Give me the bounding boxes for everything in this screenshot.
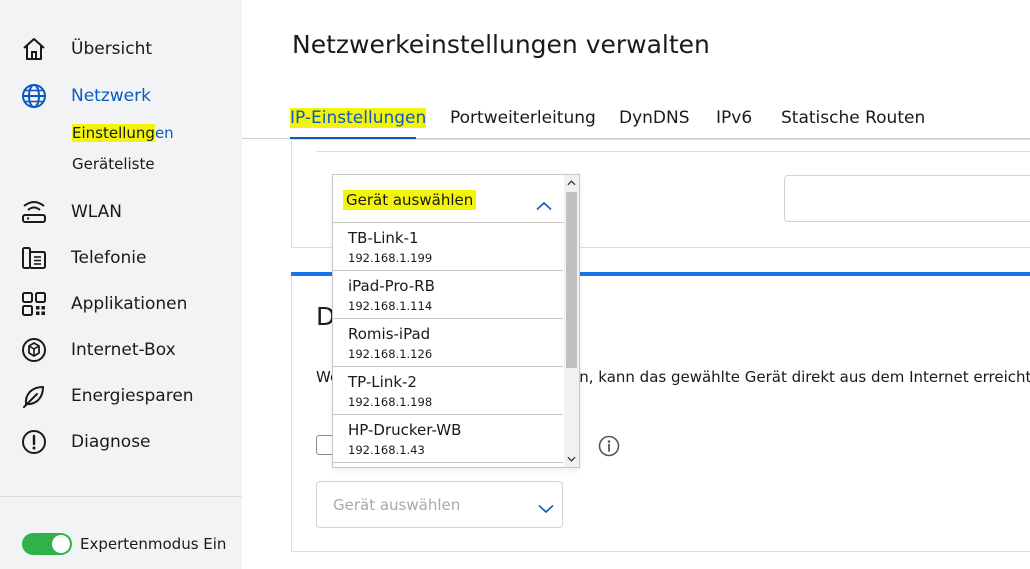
dropdown-header-label: Gerät auswählen (343, 190, 477, 210)
option-name: iPad-Pro-RB (348, 277, 435, 295)
tab-portweiterleitung[interactable]: Portweiterleitung (450, 108, 596, 128)
expert-mode-label: Expertenmodus Ein (80, 535, 227, 553)
sidebar-divider (0, 496, 242, 497)
option-ip: 192.168.1.126 (348, 347, 433, 361)
sidebar-item-label: Telefonie (71, 248, 147, 268)
sidebar-item-applikationen[interactable]: Applikationen (0, 284, 242, 324)
sidebar-item-diagnose[interactable]: Diagnose (0, 422, 242, 462)
highlighted-text: IP-Einstellungen (290, 108, 427, 128)
dropdown-scrollbar[interactable] (564, 175, 579, 467)
device-ip-input[interactable] (784, 175, 1030, 222)
option-name: TB-Link-1 (348, 229, 419, 247)
option-name: Romis-iPad (348, 325, 431, 343)
dropdown-option[interactable]: TB-Link-1 192.168.1.199 (333, 223, 563, 271)
option-ip: 192.168.1.43 (348, 443, 425, 457)
alert-icon (20, 428, 48, 456)
device-select[interactable]: Gerät auswählen (316, 481, 563, 528)
scrollbar-thumb[interactable] (566, 192, 577, 368)
home-icon (20, 35, 48, 63)
option-ip: 192.168.1.198 (348, 395, 433, 409)
phone-device-icon (20, 244, 48, 272)
sidebar-item-label: Applikationen (71, 294, 188, 314)
scroll-up-arrow-icon[interactable] (564, 176, 579, 190)
card-divider (316, 151, 1030, 152)
sidebar-item-wlan[interactable]: WLAN (0, 192, 242, 232)
sidebar-item-label: Übersicht (71, 39, 153, 59)
sidebar-item-label: Internet-Box (71, 340, 176, 360)
box-icon (20, 336, 48, 364)
dropdown-option[interactable]: HP-Drucker-WB 192.168.1.43 (333, 415, 563, 463)
dropdown-option[interactable]: TP-Link-2 192.168.1.198 (333, 367, 563, 415)
sidebar-subitem-einstellungen[interactable]: Einstellungen (72, 124, 174, 142)
sidebar-item-energiesparen[interactable]: Energiesparen (0, 376, 242, 416)
option-ip: 192.168.1.199 (348, 251, 433, 265)
wifi-router-icon (20, 198, 48, 226)
info-icon[interactable] (598, 435, 620, 457)
sidebar-subitem-label: Geräteliste (72, 155, 155, 173)
option-name: HP-Drucker-WB (348, 421, 462, 439)
chevron-up-icon (536, 196, 552, 211)
sidebar-item-label: WLAN (71, 202, 123, 222)
sidebar-subitem-geraeteliste[interactable]: Geräteliste (72, 155, 155, 173)
tab-ip-einstellungen[interactable]: IP-Einstellungen (290, 108, 427, 128)
scroll-down-arrow-icon[interactable] (564, 452, 579, 466)
expert-mode-toggle[interactable] (22, 533, 72, 555)
highlighted-text: Einstellung (72, 124, 155, 142)
sidebar-item-label: Netzwerk (71, 86, 151, 106)
apps-grid-icon (20, 290, 48, 318)
dropdown-option[interactable]: Romis-iPad 192.168.1.126 (333, 319, 563, 367)
sidebar-item-telefonie[interactable]: Telefonie (0, 238, 242, 278)
leaf-icon (20, 382, 48, 410)
select-placeholder: Gerät auswählen (333, 496, 461, 514)
tab-dyndns[interactable]: DynDNS (619, 108, 690, 128)
tab-ipv6[interactable]: IPv6 (716, 108, 752, 128)
page-title: Netzwerkeinstellungen verwalten (292, 30, 710, 59)
option-name: TP-Link-2 (348, 373, 417, 391)
sidebar: Übersicht Netzwerk Einstellungen Gerätel… (0, 0, 242, 569)
sidebar-item-label: Diagnose (71, 432, 151, 452)
device-dropdown[interactable]: Gerät auswählen TB-Link-1 192.168.1.199 … (332, 174, 580, 468)
globe-icon (20, 82, 48, 110)
dropdown-option[interactable]: iPad-Pro-RB 192.168.1.114 (333, 271, 563, 319)
toggle-knob (52, 535, 70, 553)
tab-statische-routen[interactable]: Statische Routen (781, 108, 925, 128)
sidebar-subitem-label-rest: en (154, 124, 174, 142)
chevron-down-icon (538, 499, 554, 514)
sidebar-item-label: Energiesparen (71, 386, 194, 406)
sidebar-item-netzwerk[interactable]: Netzwerk (0, 76, 242, 116)
dropdown-header[interactable]: Gerät auswählen (333, 175, 565, 223)
sidebar-item-internet-box[interactable]: Internet-Box (0, 330, 242, 370)
card-description: en, kann das gewählte Gerät direkt aus d… (570, 368, 1030, 386)
sidebar-item-uebersicht[interactable]: Übersicht (0, 29, 242, 69)
option-ip: 192.168.1.114 (348, 299, 433, 313)
